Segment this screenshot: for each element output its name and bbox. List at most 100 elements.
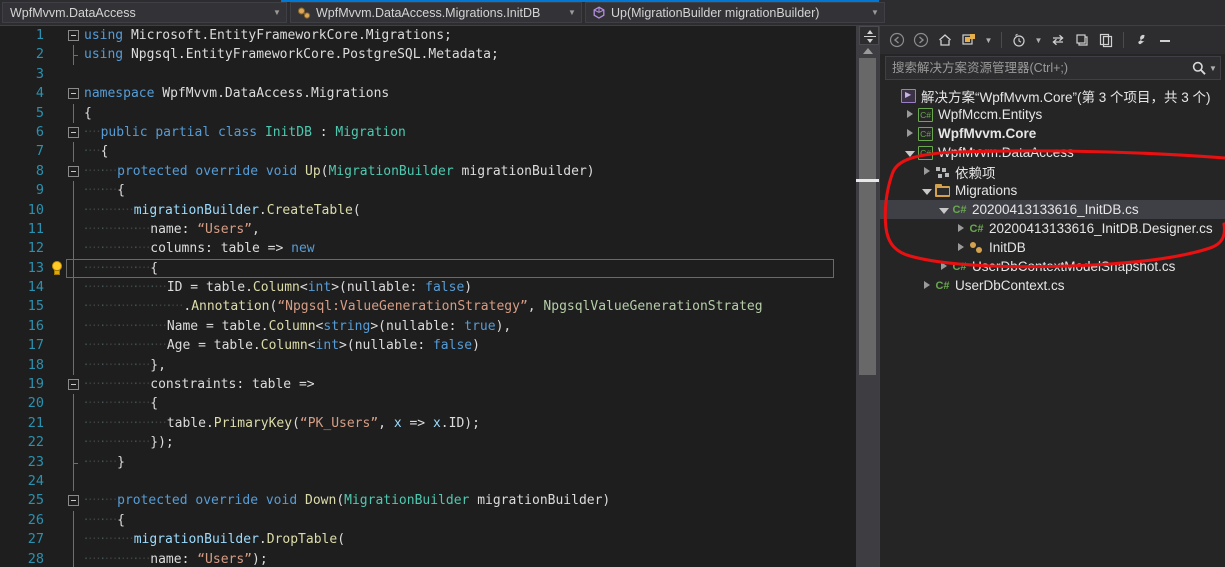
- search-input[interactable]: [892, 61, 1190, 75]
- fold-control[interactable]: [66, 84, 82, 103]
- chevron-down-icon[interactable]: [937, 206, 951, 214]
- fold-control[interactable]: [66, 162, 82, 181]
- code-line[interactable]: 25 ‧‧‧‧‧‧‧‧protected override void Down(M…: [0, 491, 856, 510]
- tree-item-0[interactable]: 解决方案“WpfMvvm.Core”(第 3 个项目，共 3 个): [880, 86, 1225, 105]
- magnifier-icon[interactable]: [1190, 60, 1208, 76]
- chevron-down-icon[interactable]: ▼: [565, 8, 579, 17]
- chevron-down-icon[interactable]: [920, 187, 934, 195]
- tree-item-4[interactable]: 依赖项: [880, 162, 1225, 181]
- gutter-glyph: [48, 142, 66, 161]
- code-line[interactable]: 16 ‧‧‧‧‧‧‧‧‧‧‧‧‧‧‧‧‧‧‧‧Name = table.Colum…: [0, 316, 856, 337]
- tree-item-8[interactable]: InitDB: [880, 238, 1225, 257]
- collapse-all-icon[interactable]: [1071, 29, 1093, 51]
- tree-item-3[interactable]: C# WpfMvvm.DataAccess: [880, 143, 1225, 162]
- fold-control[interactable]: [66, 26, 82, 45]
- code-line[interactable]: 14 ‧‧‧‧‧‧‧‧‧‧‧‧‧‧‧‧‧‧‧‧ID = table.Column<…: [0, 278, 856, 298]
- code-line[interactable]: 21 ‧‧‧‧‧‧‧‧‧‧‧‧‧‧‧‧‧‧‧‧table.PrimaryKey(“…: [0, 413, 856, 434]
- code-line[interactable]: 27 ‧‧‧‧‧‧‧‧‧‧‧‧migrationBuilder.DropTable…: [0, 530, 856, 550]
- chevron-right-icon[interactable]: [937, 262, 951, 271]
- show-all-files-icon[interactable]: [1095, 29, 1117, 51]
- code-line[interactable]: 19 ‧‧‧‧‧‧‧‧‧‧‧‧‧‧‧‧constraints: table =>: [0, 375, 856, 394]
- code-line-text: namespace WpfMvvm.DataAccess.Migrations: [84, 86, 390, 102]
- chevron-right-icon[interactable]: [903, 110, 917, 119]
- code-line[interactable]: 4 namespace WpfMvvm.DataAccess.Migrations: [0, 84, 856, 103]
- sync-icon[interactable]: [1047, 29, 1069, 51]
- code-line[interactable]: 12 ‧‧‧‧‧‧‧‧‧‧‧‧‧‧‧‧columns: table => new: [0, 239, 856, 259]
- back-icon[interactable]: [886, 29, 908, 51]
- properties-icon[interactable]: [1130, 29, 1152, 51]
- pending-changes-dropdown-icon[interactable]: ▼: [1032, 29, 1045, 51]
- code-line[interactable]: 26 ‧‧‧‧‧‧‧‧{: [0, 510, 856, 531]
- project-selector[interactable]: WpfMvvm.DataAccess ▼: [2, 2, 287, 23]
- chevron-right-icon[interactable]: [920, 167, 934, 176]
- code-line-text: ‧‧‧‧‧‧‧‧‧‧‧‧‧‧‧‧‧‧‧‧ID = table.Column<in…: [84, 280, 473, 296]
- tree-item-2[interactable]: C# WpfMvvm.Core: [880, 124, 1225, 143]
- scroll-up-arrow-icon[interactable]: [863, 48, 873, 54]
- tree-item-1[interactable]: C# WpfMccm.Entitys: [880, 105, 1225, 124]
- code-line[interactable]: 24: [0, 471, 856, 492]
- new-folder-dropdown-icon[interactable]: ▼: [982, 29, 995, 51]
- code-line[interactable]: 10 ‧‧‧‧‧‧‧‧‧‧‧‧migrationBuilder.CreateTab…: [0, 200, 856, 220]
- split-view-icon[interactable]: [859, 26, 879, 45]
- pending-changes-icon[interactable]: [1008, 29, 1030, 51]
- chevron-right-icon[interactable]: [920, 281, 934, 290]
- code-line-text: {: [84, 105, 92, 121]
- code-line[interactable]: 8 ‧‧‧‧‧‧‧‧protected override void Up(Migr…: [0, 162, 856, 181]
- chevron-right-icon[interactable]: [954, 224, 968, 233]
- code-line[interactable]: 2 using Npgsql.EntityFrameworkCore.Postgr…: [0, 45, 856, 65]
- code-line[interactable]: 9 ‧‧‧‧‧‧‧‧{: [0, 181, 856, 201]
- forward-icon[interactable]: [910, 29, 932, 51]
- code-line-text: ‧‧‧‧‧‧‧‧‧‧‧‧‧‧‧‧columns: table => new: [84, 241, 315, 257]
- scrollbar-thumb[interactable]: [859, 58, 876, 375]
- solution-tree[interactable]: 解决方案“WpfMvvm.Core”(第 3 个项目，共 3 个)C#WpfMc…: [880, 83, 1225, 567]
- chevron-down-icon[interactable]: ▼: [270, 8, 284, 17]
- code-line[interactable]: 22 ‧‧‧‧‧‧‧‧‧‧‧‧‧‧‧‧});: [0, 433, 856, 453]
- code-line[interactable]: 13 ‧‧‧‧‧‧‧‧‧‧‧‧‧‧‧‧{: [0, 258, 856, 279]
- code-lines-container[interactable]: 1 using Microsoft.EntityFrameworkCore.Mig…: [0, 26, 856, 567]
- tree-item-7[interactable]: C# 20200413133616_InitDB.Designer.cs: [880, 219, 1225, 238]
- member-selector[interactable]: Up(MigrationBuilder migrationBuilder) ▼: [585, 2, 885, 23]
- tree-item-6[interactable]: C# 20200413133616_InitDB.cs: [880, 200, 1225, 219]
- tree-item-label: WpfMccm.Entitys: [938, 107, 1043, 122]
- search-dropdown-icon[interactable]: ▼: [1208, 64, 1218, 73]
- code-line[interactable]: 11 ‧‧‧‧‧‧‧‧‧‧‧‧‧‧‧‧name: “Users”,: [0, 219, 856, 240]
- type-selector[interactable]: WpfMvvm.DataAccess.Migrations.InitDB ▼: [290, 2, 582, 23]
- code-line[interactable]: 18 ‧‧‧‧‧‧‧‧‧‧‧‧‧‧‧‧},: [0, 355, 856, 376]
- fold-control[interactable]: [66, 375, 82, 394]
- editor-vertical-scrollbar[interactable]: [856, 26, 879, 567]
- code-line[interactable]: 3: [0, 65, 856, 84]
- gutter-glyph: [48, 511, 66, 530]
- code-line-text: ‧‧‧‧‧‧‧‧{: [84, 183, 125, 199]
- code-line[interactable]: 6 ‧‧‧‧public partial class InitDB : Migra…: [0, 123, 856, 142]
- code-line[interactable]: 28 ‧‧‧‧‧‧‧‧‧‧‧‧‧‧‧‧name: “Users”);: [0, 549, 856, 567]
- code-line[interactable]: 17 ‧‧‧‧‧‧‧‧‧‧‧‧‧‧‧‧‧‧‧‧Age = table.Column…: [0, 336, 856, 356]
- fold-control: [66, 181, 82, 201]
- code-line[interactable]: 7 ‧‧‧‧{: [0, 142, 856, 162]
- code-line[interactable]: 23 ‧‧‧‧‧‧‧‧}: [0, 452, 856, 472]
- chevron-right-icon[interactable]: [954, 243, 968, 252]
- code-editor[interactable]: 1 using Microsoft.EntityFrameworkCore.Mig…: [0, 26, 879, 567]
- code-line[interactable]: 1 using Microsoft.EntityFrameworkCore.Mig…: [0, 26, 856, 45]
- fold-control[interactable]: [66, 491, 82, 510]
- gutter-glyph: [48, 317, 66, 336]
- quick-actions-lightbulb-icon[interactable]: [48, 259, 66, 278]
- tree-item-10[interactable]: C# UserDbContext.cs: [880, 276, 1225, 295]
- line-number: 12: [27, 240, 44, 257]
- tree-item-5[interactable]: Migrations: [880, 181, 1225, 200]
- solution-explorer-search[interactable]: ▼: [885, 56, 1221, 80]
- code-line[interactable]: 15 ‧‧‧‧‧‧‧‧‧‧‧‧‧‧‧‧‧‧‧‧‧‧‧‧.Annotation(“N…: [0, 297, 856, 317]
- code-line[interactable]: 20 ‧‧‧‧‧‧‧‧‧‧‧‧‧‧‧‧{: [0, 394, 856, 414]
- code-line[interactable]: 5{: [0, 103, 856, 123]
- line-number: 14: [27, 279, 44, 296]
- chevron-down-icon[interactable]: [903, 149, 917, 157]
- tree-item-9[interactable]: C# UserDbContextModelSnapshot.cs: [880, 257, 1225, 276]
- fold-control: [66, 45, 82, 65]
- home-icon[interactable]: [934, 29, 956, 51]
- minimize-icon[interactable]: [1154, 29, 1176, 51]
- fold-control[interactable]: [66, 123, 82, 142]
- csharp-file-icon: C#: [952, 203, 967, 216]
- chevron-down-icon[interactable]: ▼: [868, 8, 882, 17]
- new-folder-icon[interactable]: [958, 29, 980, 51]
- code-line-text: ‧‧‧‧‧‧‧‧‧‧‧‧‧‧‧‧},: [84, 357, 166, 373]
- chevron-right-icon[interactable]: [903, 129, 917, 138]
